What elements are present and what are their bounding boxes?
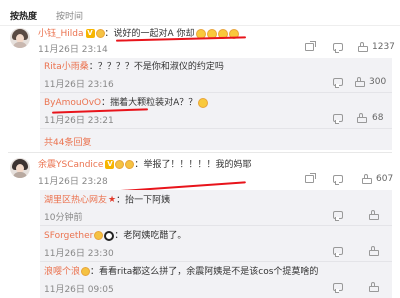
like-icon[interactable] bbox=[369, 210, 379, 220]
comment-icon[interactable] bbox=[333, 175, 343, 185]
member-badge-icon bbox=[95, 29, 105, 38]
reply-text: ：揣着大颗粒装对A？？ bbox=[101, 98, 198, 108]
reply-line: 浪嘤个浪 ：看看rita都这么拼了，余震阿姨是不是该cos个提莫啥的 bbox=[44, 266, 318, 278]
sort-bar: 按热度 按时间 bbox=[0, 0, 400, 26]
reply-user[interactable]: 湖里区热心网友 bbox=[44, 196, 107, 206]
share-icon[interactable] bbox=[305, 41, 316, 51]
comment-text: 举报了！！！！！我的妈耶 bbox=[143, 160, 252, 170]
comment-icon[interactable] bbox=[333, 114, 343, 124]
reply-line: ByAmouOvO：揣着大颗粒装对A？？ bbox=[44, 97, 209, 109]
reply-text: ：看看rita都这么拼了，余震阿姨是不是该cos个提莫啥的 bbox=[90, 267, 319, 277]
like-count: 1237 bbox=[372, 42, 395, 52]
comment-icon[interactable] bbox=[333, 211, 343, 221]
like-count: 607 bbox=[376, 174, 394, 184]
reply-time: 11月26日 09:05 bbox=[44, 285, 114, 295]
comment-line: 余震YSCandice V ：举报了！！！！！我的妈耶 bbox=[38, 160, 252, 170]
emoji-icon bbox=[198, 97, 209, 108]
comment-icon[interactable] bbox=[333, 78, 343, 88]
comment-time: 11月26日 23:14 bbox=[38, 45, 108, 55]
avatar[interactable] bbox=[10, 28, 30, 48]
reply-text: ：老阿姨吃醋了。 bbox=[114, 231, 187, 241]
comment-user[interactable]: 小钰_Hilda bbox=[38, 29, 84, 39]
panda-emoji-icon bbox=[104, 230, 115, 241]
comment-time: 11月26日 23:28 bbox=[38, 177, 108, 187]
share-icon[interactable] bbox=[305, 173, 316, 183]
reply-user[interactable]: Rita小雨桑 bbox=[44, 62, 89, 72]
member-badge-icon bbox=[81, 267, 91, 276]
sort-by-time[interactable]: 按时间 bbox=[56, 9, 83, 22]
reply-user[interactable]: SForgether bbox=[44, 231, 93, 241]
reply-line: SForgether ：老阿姨吃醋了。 bbox=[44, 230, 186, 242]
verified-badge-icon: V bbox=[105, 160, 115, 169]
member-badge-icon bbox=[115, 160, 125, 169]
comment-divider bbox=[8, 152, 392, 153]
like-icon[interactable] bbox=[369, 282, 379, 292]
like-count: 68 bbox=[372, 113, 384, 123]
reply-separator bbox=[40, 225, 392, 226]
reply-time: 11月26日 23:21 bbox=[44, 116, 114, 126]
reply-separator bbox=[40, 92, 392, 93]
reply-time: 11月26日 23:16 bbox=[44, 80, 114, 90]
like-count: 300 bbox=[369, 77, 387, 87]
like-icon[interactable] bbox=[369, 246, 379, 256]
star-badge-icon: ★ bbox=[108, 195, 117, 205]
reply-text: ：？？？？不是你和淑仪的约定吗 bbox=[88, 62, 224, 72]
reply-line: Rita小雨桑：？？？？不是你和淑仪的约定吗 bbox=[44, 61, 224, 73]
avatar[interactable] bbox=[10, 158, 30, 178]
reply-user[interactable]: 浪嘤个浪 bbox=[44, 267, 80, 277]
comment-icon[interactable] bbox=[333, 247, 343, 257]
like-icon[interactable] bbox=[355, 77, 365, 87]
like-icon[interactable] bbox=[357, 113, 367, 123]
like-icon[interactable] bbox=[358, 42, 368, 52]
reply-separator bbox=[40, 261, 392, 262]
reply-text: ：抬一下阿姨 bbox=[116, 195, 171, 206]
member-badge-icon bbox=[94, 231, 104, 240]
reply-time: 10分钟前 bbox=[44, 213, 83, 223]
comment-user[interactable]: 余震YSCandice bbox=[38, 160, 103, 170]
verified-badge-icon: V bbox=[85, 29, 95, 38]
reply-user[interactable]: ByAmouOvO bbox=[44, 98, 101, 108]
comment-icon[interactable] bbox=[333, 43, 343, 53]
reply-line: 湖里区热心网友★：抬一下阿姨 bbox=[44, 194, 170, 207]
more-replies-link[interactable]: 共44条回复 bbox=[44, 135, 91, 148]
like-icon[interactable] bbox=[362, 174, 372, 184]
comment-icon[interactable] bbox=[333, 283, 343, 293]
reply-separator bbox=[40, 128, 392, 129]
reply-time: 11月26日 23:30 bbox=[44, 249, 114, 259]
sort-by-hot[interactable]: 按热度 bbox=[10, 9, 37, 22]
